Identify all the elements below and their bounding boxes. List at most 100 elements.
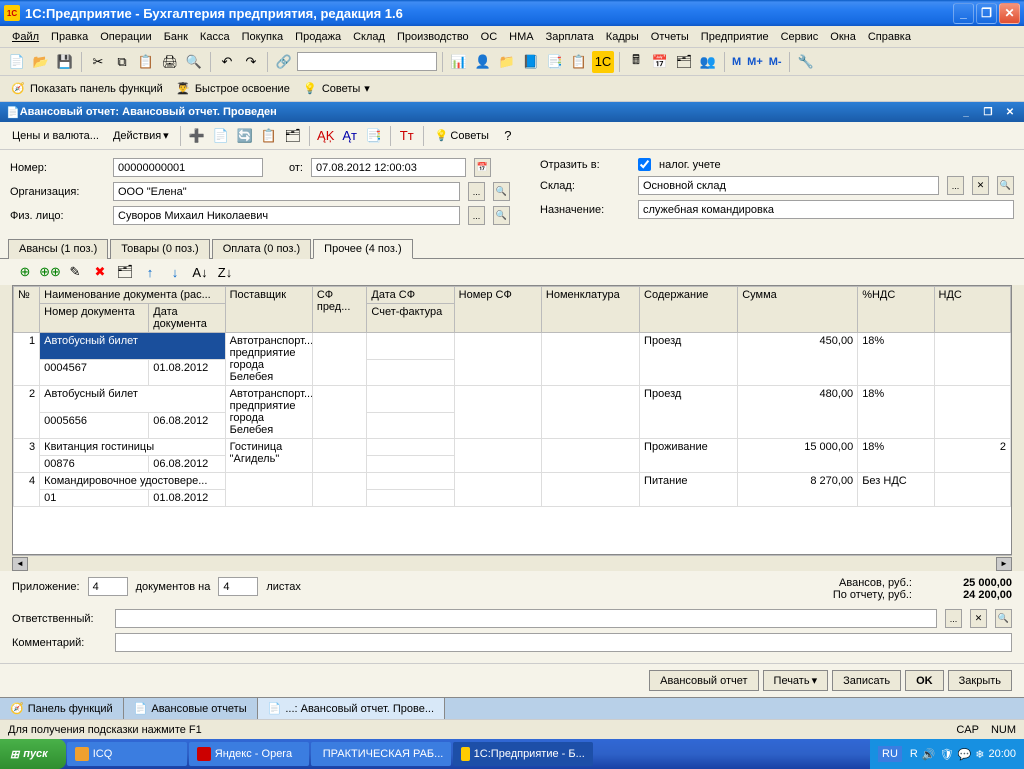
col-supplier[interactable]: Поставщик: [225, 287, 312, 333]
paste-icon[interactable]: 📋: [135, 51, 157, 73]
task-1c[interactable]: 1С:Предприятие - Б...: [453, 742, 593, 766]
col-n[interactable]: №: [14, 287, 40, 333]
row-sort-z-icon[interactable]: Z↓: [214, 261, 236, 283]
comment-input[interactable]: [115, 633, 1012, 652]
bookmark-m[interactable]: M: [730, 56, 743, 68]
horizontal-scrollbar[interactable]: ◄ ►: [12, 555, 1012, 571]
doc-add-icon[interactable]: ➕: [186, 125, 208, 147]
menu-os[interactable]: ОС: [475, 29, 504, 45]
col-date-sf[interactable]: Дата СФ: [367, 287, 454, 304]
advance-report-button[interactable]: Авансовый отчет: [649, 670, 758, 691]
doc-tool-icon-4[interactable]: 🗂: [282, 125, 304, 147]
tray-icon-3[interactable]: 🛡: [940, 748, 954, 761]
warehouse-select-button[interactable]: ...: [947, 176, 964, 195]
save-icon[interactable]: 💾: [54, 51, 76, 73]
menu-warehouse[interactable]: Склад: [347, 29, 391, 45]
reflect-checkbox[interactable]: [638, 158, 651, 171]
bookmark-m-minus[interactable]: M-: [767, 56, 784, 68]
menu-operations[interactable]: Операции: [94, 29, 157, 45]
copy-icon[interactable]: ⧉: [111, 51, 133, 73]
grid[interactable]: № Наименование документа (рас... Поставщ…: [12, 285, 1012, 555]
menu-enterprise[interactable]: Предприятие: [695, 29, 775, 45]
person-search-button[interactable]: 🔍: [493, 206, 510, 225]
sheets-input[interactable]: 4: [218, 577, 258, 596]
row-up-icon[interactable]: ↑: [139, 261, 161, 283]
org-input[interactable]: ООО "Елена": [113, 182, 460, 201]
search-input[interactable]: [297, 52, 437, 71]
menu-production[interactable]: Производство: [391, 29, 475, 45]
col-vat-pct[interactable]: %НДС: [858, 287, 934, 333]
row-down-icon[interactable]: ↓: [164, 261, 186, 283]
date-input[interactable]: 07.08.2012 12:00:03: [311, 158, 466, 177]
preview-icon[interactable]: 🔍: [183, 51, 205, 73]
doc-close-button[interactable]: ✕: [1002, 105, 1018, 119]
tool-icon-4[interactable]: 📘: [520, 51, 542, 73]
person-select-button[interactable]: ...: [468, 206, 485, 225]
menu-file[interactable]: Файл: [6, 29, 45, 45]
tool-icon-7[interactable]: 1C: [592, 51, 614, 73]
menu-cashdesk[interactable]: Касса: [194, 29, 236, 45]
open-icon[interactable]: 📂: [30, 51, 52, 73]
doc-tool-icon-1[interactable]: 📄: [210, 125, 232, 147]
calc-icon[interactable]: 🖩: [625, 51, 647, 73]
col-sf-pred[interactable]: СФ пред...: [312, 287, 367, 333]
clock[interactable]: 20:00: [988, 748, 1016, 760]
undo-icon[interactable]: ↶: [216, 51, 238, 73]
doc-restore-button[interactable]: ❐: [980, 105, 996, 119]
start-button[interactable]: ⊞пуск: [0, 739, 66, 769]
doc-tips-button[interactable]: 💡Советы: [429, 127, 495, 144]
table-row[interactable]: 1Автобусный билетАвтотранспорт... предпр…: [14, 333, 1011, 360]
tab-payment[interactable]: Оплата (0 поз.): [212, 239, 311, 259]
menu-purchase[interactable]: Покупка: [236, 29, 290, 45]
row-add-icon[interactable]: ⊕: [14, 261, 36, 283]
col-vat[interactable]: НДС: [934, 287, 1010, 333]
settings-icon[interactable]: 🔧: [795, 51, 817, 73]
table-row[interactable]: 3Квитанция гостиницыГостиница "Агидель"П…: [14, 439, 1011, 456]
responsible-search-button[interactable]: 🔍: [995, 609, 1012, 628]
tool-icon-6[interactable]: 📋: [568, 51, 590, 73]
panel-advance-reports[interactable]: 📄Авансовые отчеты: [124, 698, 258, 719]
task-opera[interactable]: Яндекс - Opera: [189, 742, 309, 766]
responsible-select-button[interactable]: ...: [945, 609, 962, 628]
tool-icon-8[interactable]: 🗂: [673, 51, 695, 73]
warehouse-clear-button[interactable]: ✕: [972, 176, 989, 195]
tray-icon-5[interactable]: ❄: [975, 748, 984, 761]
task-icq[interactable]: ICQ: [67, 742, 187, 766]
close-button[interactable]: ✕: [999, 3, 1020, 24]
doc-tool-icon-3[interactable]: 📋: [258, 125, 280, 147]
close-button[interactable]: Закрыть: [948, 670, 1012, 691]
attach-count-input[interactable]: 4: [88, 577, 128, 596]
doc-tt-icon[interactable]: Тт: [396, 125, 418, 147]
tool-icon-9[interactable]: 👥: [697, 51, 719, 73]
link-icon[interactable]: 🔗: [273, 51, 295, 73]
system-tray[interactable]: RU R 🔊 🛡 💬 ❄ 20:00: [870, 739, 1024, 769]
menu-bank[interactable]: Банк: [158, 29, 194, 45]
language-indicator[interactable]: RU: [878, 746, 902, 762]
new-doc-icon[interactable]: 📄: [6, 51, 28, 73]
tool-icon-2[interactable]: 👤: [472, 51, 494, 73]
panel-functions[interactable]: 🧭Панель функций: [0, 698, 124, 719]
print-icon[interactable]: 🖨: [159, 51, 181, 73]
doc-tree-icon[interactable]: ĄĶ: [315, 125, 337, 147]
row-tool-icon[interactable]: 🗂: [114, 261, 136, 283]
menu-sale[interactable]: Продажа: [289, 29, 347, 45]
menu-edit[interactable]: Правка: [45, 29, 94, 45]
doc-tool-icon-5[interactable]: 📑: [363, 125, 385, 147]
responsible-input[interactable]: [115, 609, 937, 628]
tray-icon-4[interactable]: 💬: [958, 748, 972, 761]
cut-icon[interactable]: ✂: [87, 51, 109, 73]
table-row[interactable]: 4Командировочное удостовере...Питание8 2…: [14, 473, 1011, 490]
minimize-button[interactable]: _: [953, 3, 974, 24]
doc-dt-icon[interactable]: Ąт: [339, 125, 361, 147]
doc-help-icon[interactable]: ?: [497, 125, 519, 147]
col-num-sf[interactable]: Номер СФ: [454, 287, 541, 333]
menu-salary[interactable]: Зарплата: [540, 29, 600, 45]
org-search-button[interactable]: 🔍: [493, 182, 510, 201]
menu-windows[interactable]: Окна: [824, 29, 862, 45]
table-row[interactable]: 2Автобусный билетАвтотранспорт... предпр…: [14, 386, 1011, 413]
row-delete-icon[interactable]: ✖: [89, 261, 111, 283]
quick-learn-button[interactable]: 👨‍🎓Быстрое освоение: [171, 79, 294, 99]
bookmark-m-plus[interactable]: M+: [745, 56, 765, 68]
col-doc-num[interactable]: Номер документа: [40, 304, 149, 333]
save-button[interactable]: Записать: [832, 670, 901, 691]
